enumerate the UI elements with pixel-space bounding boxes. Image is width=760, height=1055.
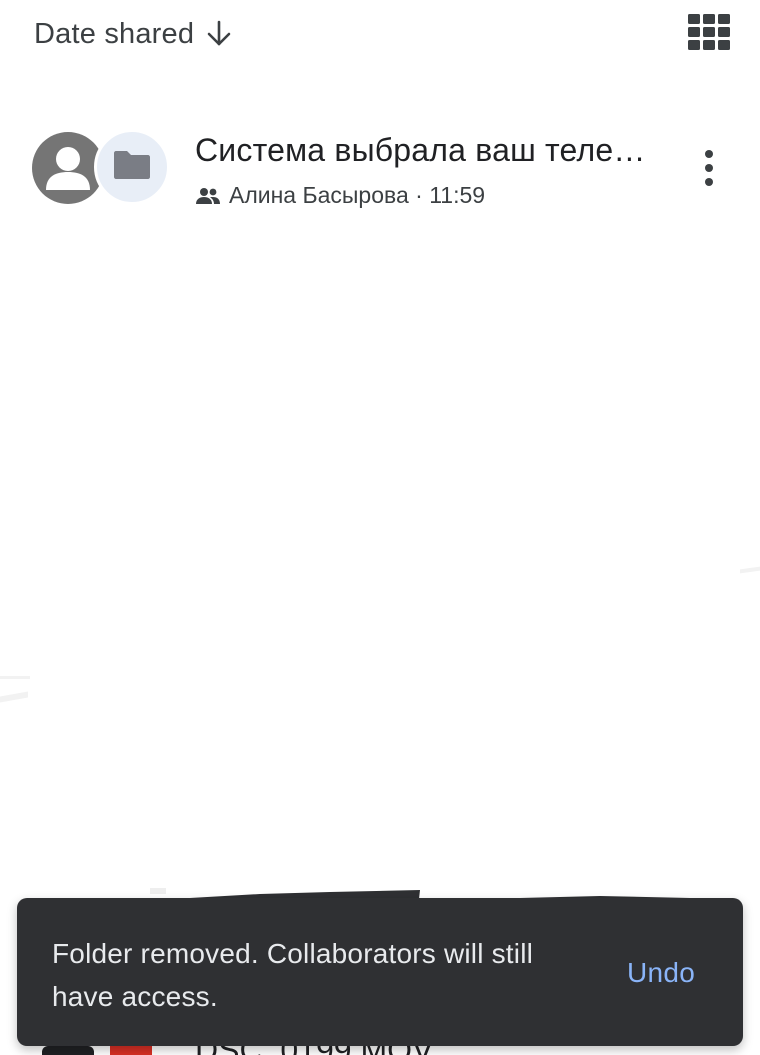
snackbar: Folder removed. Collaborators will still…: [17, 898, 743, 1046]
more-vert-icon: [705, 150, 713, 186]
undo-button[interactable]: Undo: [621, 953, 701, 993]
item-meta: Алина Басырова · 11:59: [195, 182, 485, 209]
video-thumbnail: [42, 1046, 94, 1055]
list-item[interactable]: Система выбрала ваш телефонный номер Али…: [0, 112, 760, 224]
artifact-mark: [740, 566, 760, 574]
shared-time: 11:59: [429, 182, 486, 208]
snackbar-message: Folder removed. Collaborators will still…: [52, 938, 534, 1012]
owner-name: Алина Басырова: [229, 182, 409, 208]
meta-separator: ·: [408, 182, 430, 208]
grid-view-button[interactable]: [688, 14, 730, 50]
folder-icon: [112, 149, 152, 186]
sort-button[interactable]: Date shared: [34, 14, 232, 54]
more-options-button[interactable]: [694, 144, 724, 192]
sort-label: Date shared: [34, 17, 195, 50]
grid-view-icon: [688, 14, 730, 50]
item-title: Система выбрала ваш телефонный номер: [195, 132, 665, 168]
artifact-mark: [0, 676, 30, 679]
folder-thumbnail: [94, 129, 170, 205]
arrow-down-icon: [206, 20, 232, 48]
artifact-mark: [0, 691, 28, 703]
people-icon: [195, 186, 221, 206]
